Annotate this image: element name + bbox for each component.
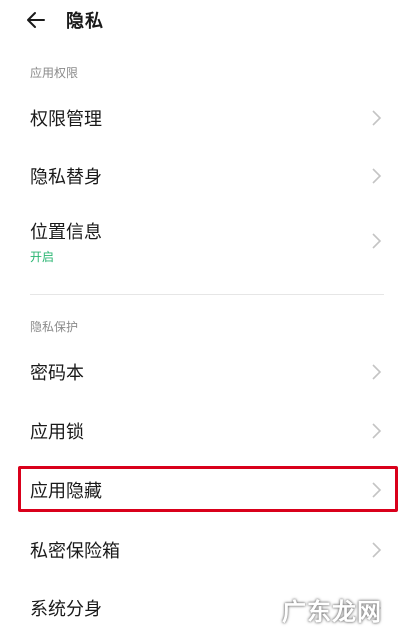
row-password-book[interactable]: 密码本 [0, 352, 414, 392]
chevron-right-icon [372, 482, 382, 498]
row-label: 密码本 [30, 363, 84, 384]
row-label: 权限管理 [30, 109, 102, 130]
row-label: 应用锁 [30, 422, 84, 443]
row-private-safe[interactable]: 私密保险箱 [0, 530, 414, 570]
section-label-protection: 隐私保护 [30, 320, 79, 334]
chevron-right-icon [372, 233, 382, 249]
privacy-settings-screen: 隐私 应用权限 权限管理 隐私替身 位置信息 开启 隐私保护 密码本 应用锁 应… [0, 0, 414, 631]
page-title: 隐私 [66, 11, 104, 32]
row-location[interactable]: 位置信息 开启 [0, 212, 414, 272]
row-privacy-substitute[interactable]: 隐私替身 [0, 156, 414, 196]
section-divider [30, 294, 384, 295]
section-label-permissions: 应用权限 [30, 66, 79, 80]
chevron-right-icon [372, 423, 382, 439]
row-permission-management[interactable]: 权限管理 [0, 98, 414, 138]
app-header: 隐私 [0, 0, 414, 40]
row-label: 隐私替身 [30, 167, 102, 188]
row-app-hide[interactable]: 应用隐藏 [0, 469, 414, 509]
row-label: 系统分身 [30, 599, 102, 620]
row-label: 位置信息 [30, 222, 102, 243]
chevron-right-icon [372, 110, 382, 126]
chevron-right-icon [372, 364, 382, 380]
chevron-right-icon [372, 542, 382, 558]
row-label: 应用隐藏 [30, 481, 102, 502]
watermark-text: 广东龙网 [282, 598, 382, 626]
row-app-lock[interactable]: 应用锁 [0, 411, 414, 451]
location-status: 开启 [30, 250, 55, 264]
row-label: 私密保险箱 [30, 541, 120, 562]
chevron-right-icon [372, 168, 382, 184]
back-arrow-icon[interactable] [24, 8, 48, 32]
